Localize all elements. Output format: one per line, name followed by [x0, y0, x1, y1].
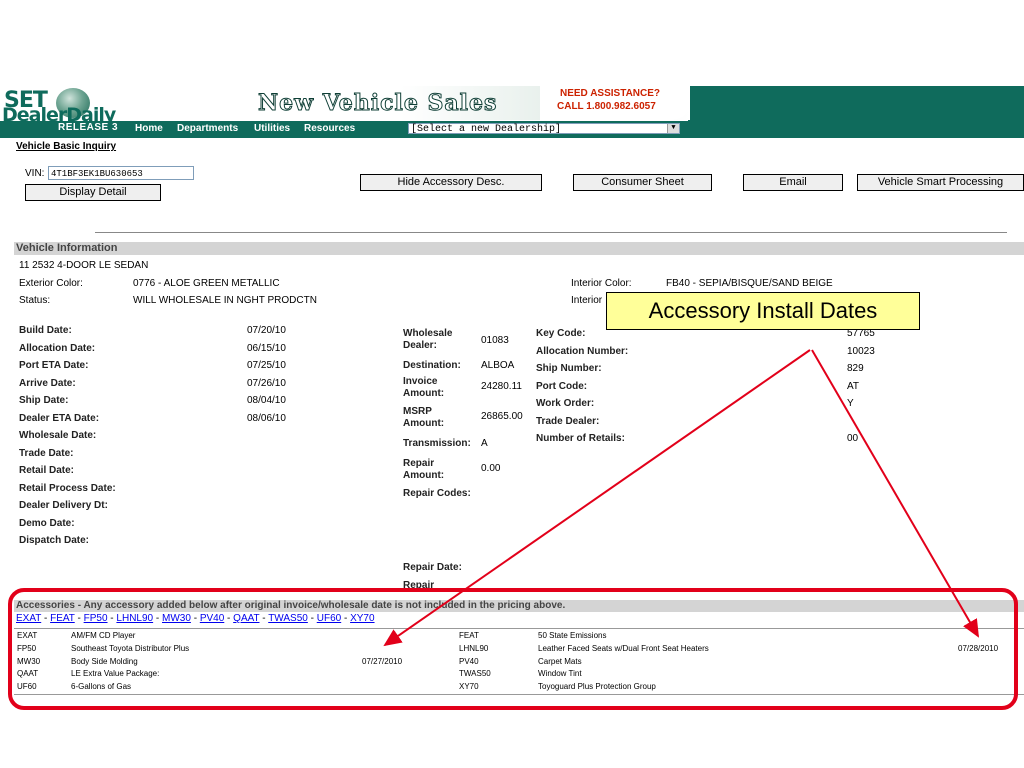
arrow-to-lhnl90-date [811, 349, 980, 638]
arrow-to-mw30-date [383, 349, 811, 647]
annotation-arrows [383, 349, 980, 647]
